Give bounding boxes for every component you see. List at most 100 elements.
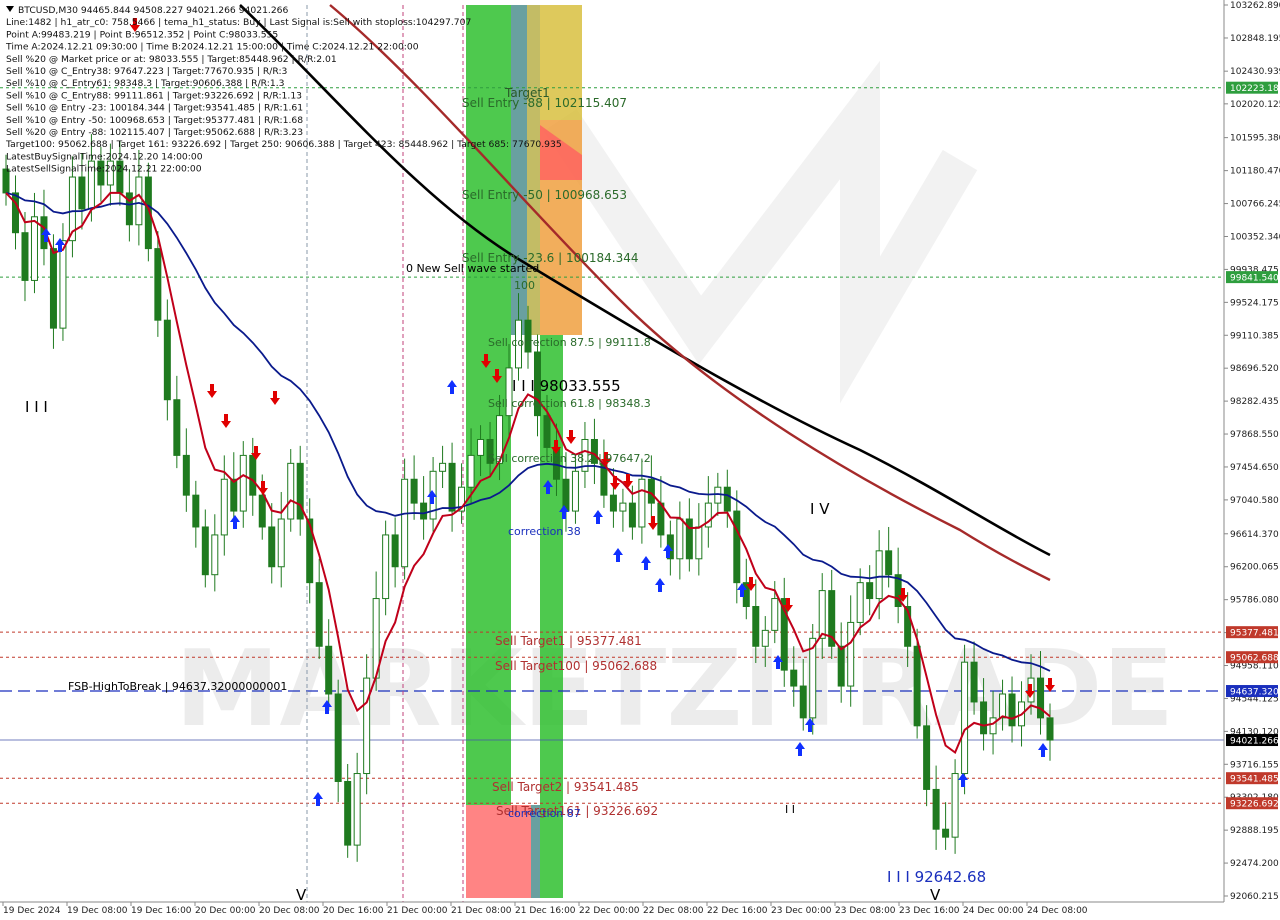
candle-body bbox=[638, 478, 646, 528]
info-line: Point A:99483.219 | Point B:96512.352 | … bbox=[6, 29, 278, 40]
wave-iv-label: I V bbox=[810, 500, 830, 518]
candle-body bbox=[923, 725, 931, 790]
candle-body bbox=[439, 462, 447, 472]
candle-body bbox=[78, 176, 86, 210]
x-tick-label: 22 Dec 00:00 bbox=[579, 906, 640, 916]
info-line: LatestSellSignalTime:2024.12.21 22:00:00 bbox=[6, 164, 202, 175]
candle-body bbox=[628, 502, 636, 528]
candle-body bbox=[875, 550, 883, 600]
y-tick-label: 92474.200 bbox=[1230, 859, 1279, 869]
candle-body bbox=[714, 486, 722, 504]
x-tick-label: 21 Dec 00:00 bbox=[387, 906, 448, 916]
candle-body bbox=[543, 415, 551, 448]
x-tick-label: 23 Dec 00:00 bbox=[771, 906, 832, 916]
y-tick-label: 101595.380 bbox=[1230, 134, 1280, 144]
candle-body bbox=[249, 454, 257, 496]
sell-target100-label: Sell Target100 | 95062.688 bbox=[495, 659, 657, 673]
x-tick-label: 22 Dec 08:00 bbox=[643, 906, 704, 916]
candle-body bbox=[30, 216, 38, 281]
buy-arrow-icon bbox=[641, 556, 651, 570]
candle-body bbox=[125, 192, 133, 226]
y-tick-label: 96200.065 bbox=[1230, 563, 1279, 573]
candle-body bbox=[647, 478, 655, 504]
price-tag-label: 93541.485 bbox=[1230, 775, 1279, 785]
x-tick-label: 21 Dec 08:00 bbox=[451, 906, 512, 916]
x-tick-label: 19 Dec 08:00 bbox=[67, 906, 128, 916]
candle-body bbox=[761, 629, 769, 647]
sell-arrow-icon bbox=[610, 476, 620, 490]
candle-body bbox=[154, 248, 162, 321]
candle-body bbox=[790, 669, 798, 687]
candle-body bbox=[353, 773, 361, 846]
candle-body bbox=[970, 661, 978, 703]
info-line: Target100: 95062.688 | Target 161: 93226… bbox=[5, 139, 562, 150]
x-tick-label: 19 Dec 16:00 bbox=[131, 906, 192, 916]
sell-correction-382-label: Sell correction 38.2 | 97647.2 bbox=[488, 452, 651, 465]
chart-window: MARKETZITRADE Target1 Sell Entry -88 | 10… bbox=[0, 0, 1280, 920]
candle-body bbox=[942, 828, 950, 838]
candle-body bbox=[382, 534, 390, 600]
y-tick-label: 102430.939 bbox=[1230, 67, 1280, 77]
candle-body bbox=[135, 176, 143, 226]
price-chart[interactable]: MARKETZITRADE Target1Sell Entry -88 | 10… bbox=[0, 0, 1280, 920]
y-tick-label: 102848.195 bbox=[1230, 34, 1280, 44]
buy-arrow-icon bbox=[447, 380, 457, 394]
buy-arrow-icon bbox=[313, 792, 323, 806]
y-tick-label: 97040.580 bbox=[1230, 496, 1279, 506]
sell-correction-618-label: Sell correction 61.8 | 98348.3 bbox=[488, 397, 651, 410]
zone-green-left bbox=[466, 300, 511, 805]
candle-body bbox=[771, 598, 779, 631]
candle-body bbox=[837, 645, 845, 687]
x-tick-label: 22 Dec 16:00 bbox=[707, 906, 768, 916]
candle-body bbox=[401, 478, 409, 568]
info-line: Sell %10 @ Entry -23: 100184.344 | Targe… bbox=[6, 103, 303, 114]
wave-ii-label: I I bbox=[785, 803, 795, 816]
candle-body bbox=[344, 780, 352, 846]
candle-body bbox=[695, 526, 703, 560]
y-tick-label: 92888.195 bbox=[1230, 826, 1279, 836]
candle-body bbox=[21, 232, 29, 281]
candle-body bbox=[1037, 677, 1045, 719]
candle-body bbox=[49, 248, 57, 329]
candle-body bbox=[609, 494, 617, 512]
info-line: Sell %10 @ Entry -50: 100968.653 | Targe… bbox=[6, 115, 303, 126]
candle-body bbox=[268, 526, 276, 568]
candle-body bbox=[809, 637, 817, 719]
x-tick-label: 19 Dec 2024 bbox=[3, 906, 61, 916]
candle-body bbox=[980, 701, 988, 735]
price-tag-label: 102223.184 bbox=[1230, 84, 1280, 94]
x-tick-label: 24 Dec 08:00 bbox=[1027, 906, 1088, 916]
info-line: BTCUSD,M30 94465.844 94508.227 94021.266… bbox=[18, 5, 289, 16]
sell-target1-label: Sell Target1 | 95377.481 bbox=[495, 634, 642, 648]
y-tick-label: 98282.435 bbox=[1230, 397, 1279, 407]
candle-body bbox=[999, 693, 1007, 719]
candle-body bbox=[866, 582, 874, 600]
sell-arrow-icon bbox=[207, 384, 217, 398]
price-tag-label: 95377.481 bbox=[1230, 629, 1279, 639]
candle-body bbox=[885, 550, 893, 576]
sell-arrow-icon bbox=[258, 481, 268, 495]
sell-arrow-icon bbox=[221, 414, 231, 428]
candle-body bbox=[59, 240, 67, 329]
x-tick-label: 24 Dec 00:00 bbox=[963, 906, 1024, 916]
x-tick-label: 21 Dec 16:00 bbox=[515, 906, 576, 916]
price-tag-label: 94637.320 bbox=[1230, 688, 1279, 698]
sell-arrow-icon bbox=[648, 516, 658, 530]
new-sell-wave-label: 0 New Sell wave started bbox=[406, 262, 539, 275]
info-line: Sell %10 @ C_Entry88: 99111.861 | Target… bbox=[6, 90, 302, 101]
candle-body bbox=[961, 661, 969, 775]
sell-entry-50-label: Sell Entry -50 | 100968.653 bbox=[462, 188, 627, 202]
x-tick-label: 23 Dec 08:00 bbox=[835, 906, 896, 916]
y-tick-label: 97868.550 bbox=[1230, 430, 1279, 440]
y-tick-label: 98696.520 bbox=[1230, 364, 1279, 374]
wave-v-left-label: V bbox=[296, 886, 307, 904]
y-tick-label: 100352.340 bbox=[1230, 232, 1280, 242]
candle-body bbox=[913, 645, 921, 727]
candle-body bbox=[467, 454, 475, 488]
sell-arrow-icon bbox=[270, 391, 280, 405]
candle-body bbox=[230, 478, 238, 512]
info-line: Sell %10 @ C_Entry61: 98348.3 | Target:9… bbox=[6, 78, 285, 89]
info-line: Time A:2024.12.21 09:30:00 | Time B:2024… bbox=[5, 42, 419, 53]
candle-body bbox=[220, 478, 228, 536]
candle-body bbox=[723, 486, 731, 512]
